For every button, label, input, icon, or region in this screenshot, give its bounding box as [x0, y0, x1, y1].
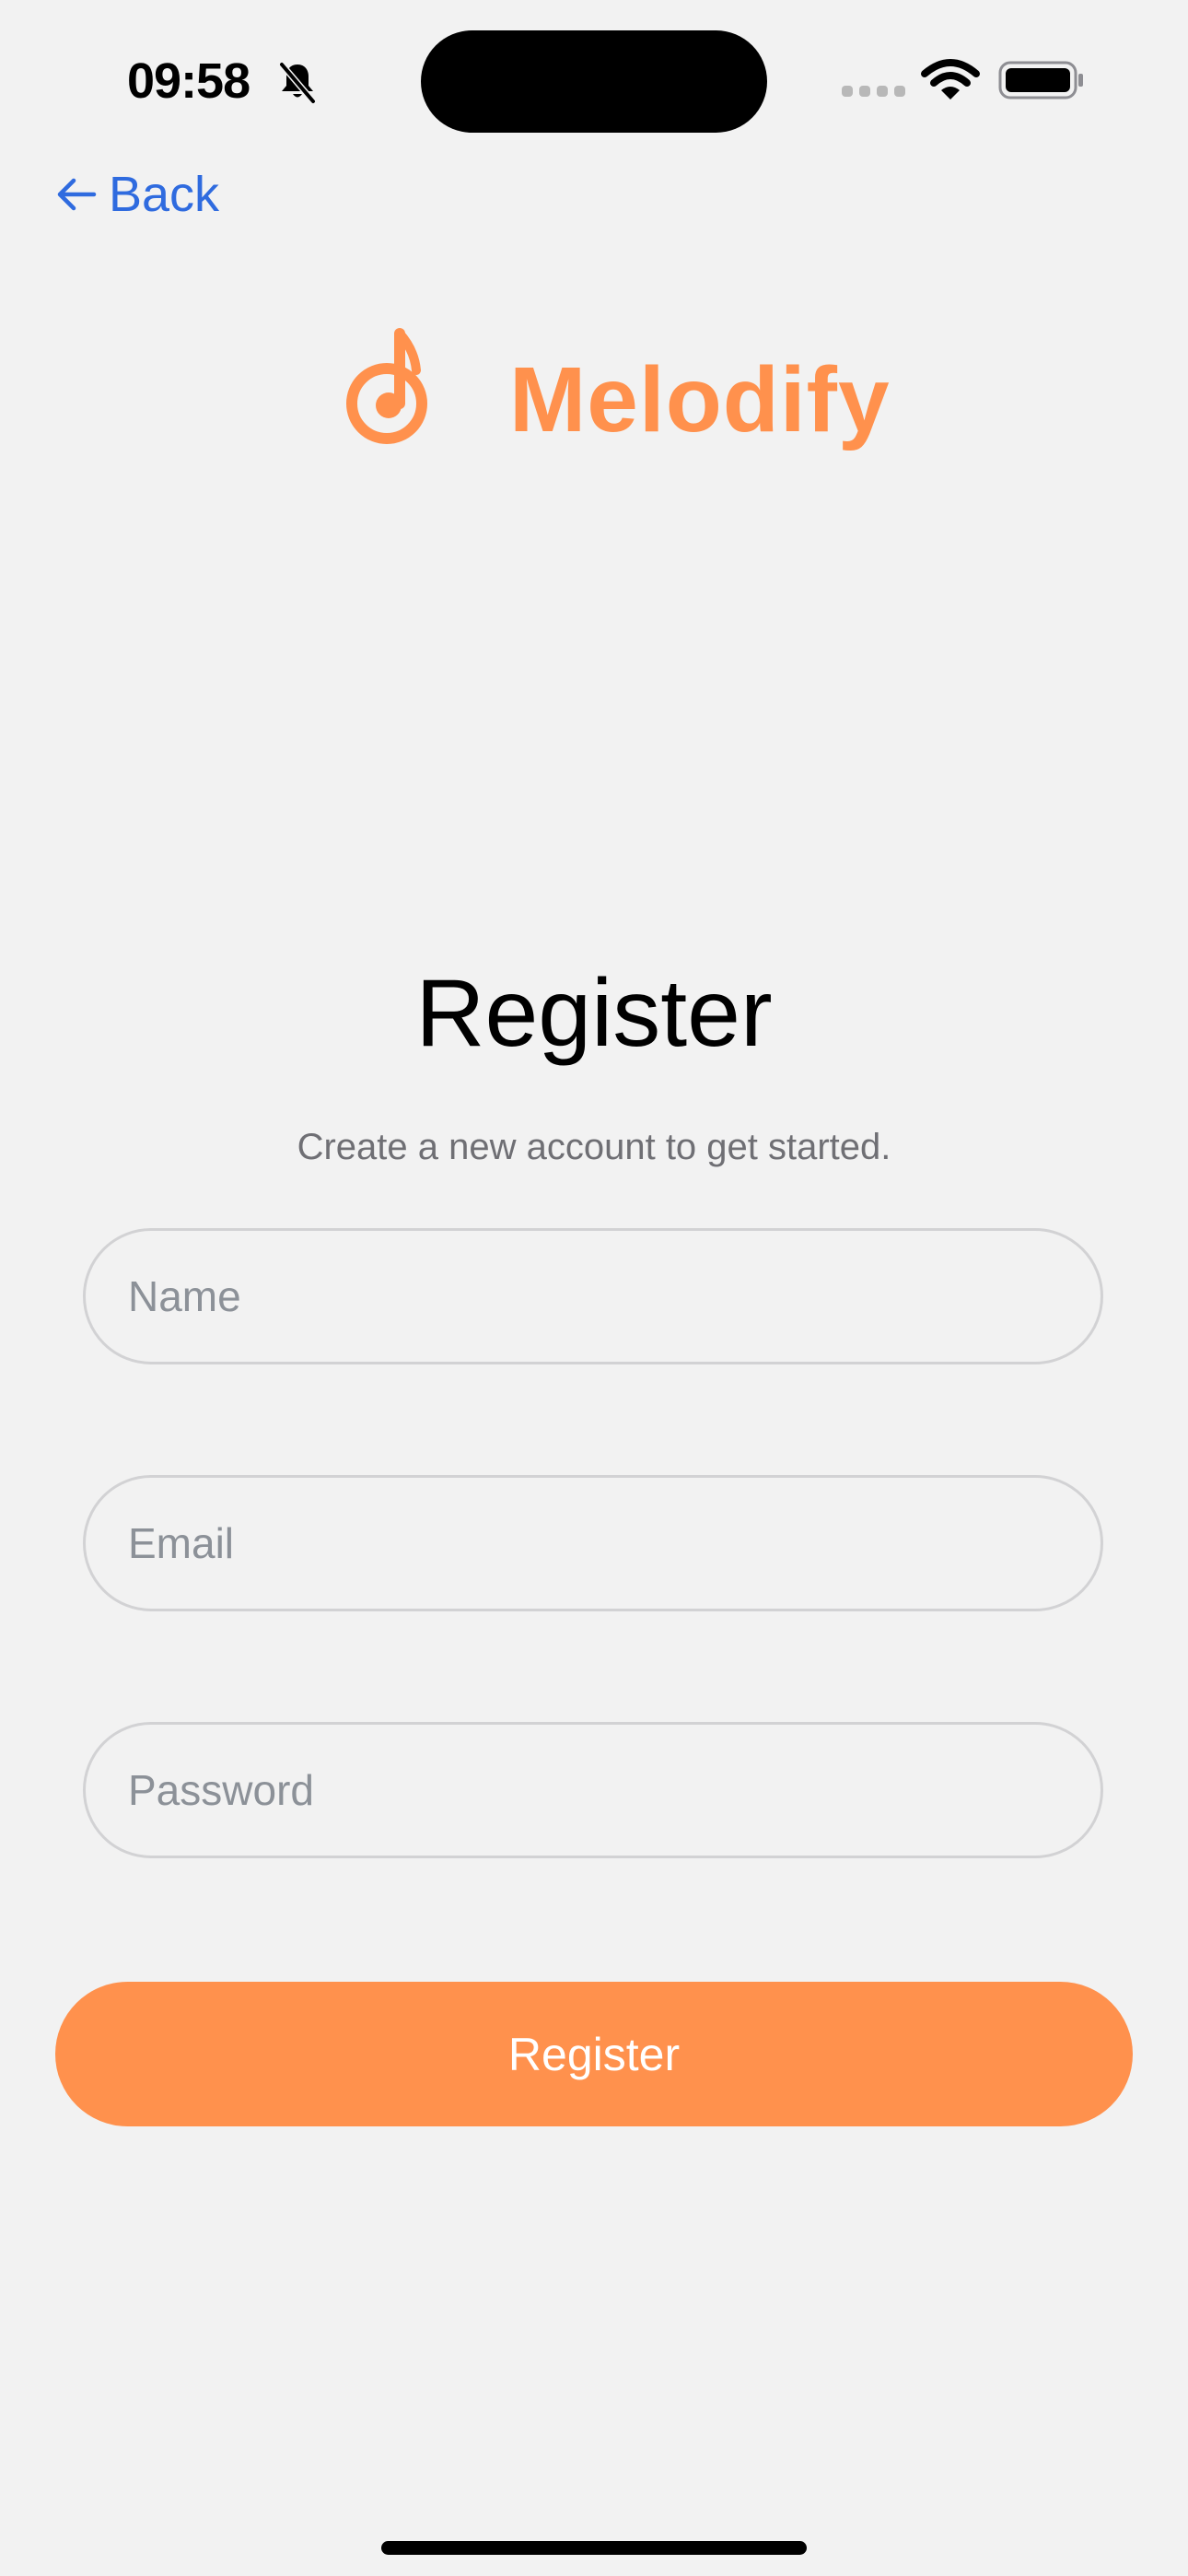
status-time: 09:58: [127, 53, 250, 109]
register-button[interactable]: Register: [55, 1982, 1133, 2126]
back-label: Back: [109, 167, 220, 222]
page-subtitle: Create a new account to get started.: [297, 1127, 891, 1167]
cellular-signal-icon: [842, 86, 905, 97]
password-input[interactable]: [86, 1725, 1101, 1856]
name-field-container: [83, 1228, 1103, 1364]
dynamic-island: [421, 30, 767, 133]
page-title: Register: [415, 960, 773, 1067]
back-button[interactable]: Back: [55, 162, 219, 227]
password-field-container: [83, 1722, 1103, 1858]
home-indicator[interactable]: [381, 2541, 807, 2555]
email-input[interactable]: [86, 1478, 1101, 1609]
bell-slash-icon: [278, 61, 317, 105]
music-note-icon: [346, 328, 427, 444]
app-logo-name: Melodify: [509, 348, 891, 451]
arrow-left-icon: [57, 178, 97, 211]
battery-icon: [998, 61, 1083, 100]
register-button-label: Register: [507, 2028, 681, 2080]
name-input[interactable]: [86, 1231, 1101, 1362]
wifi-icon: [921, 59, 980, 100]
email-field-container: [83, 1475, 1103, 1611]
